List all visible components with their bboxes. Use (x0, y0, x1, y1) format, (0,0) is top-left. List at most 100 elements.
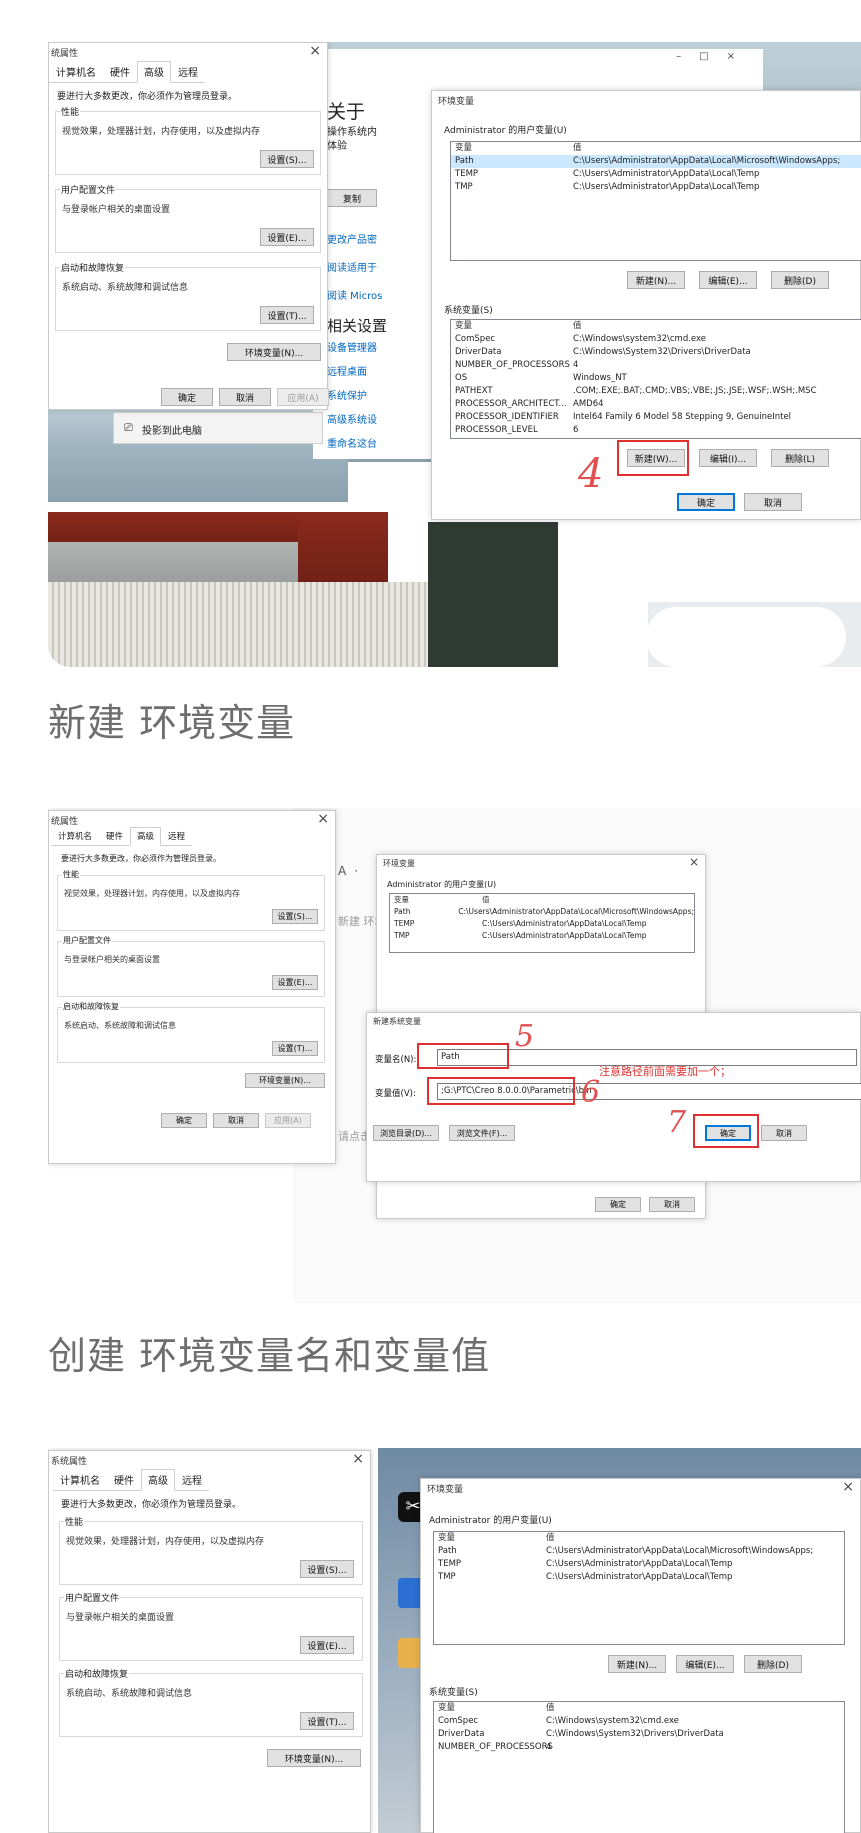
apply-button[interactable]: 应用(A) (265, 1113, 311, 1128)
tab-advanced[interactable]: 高级 (141, 1469, 175, 1491)
user-vars-list[interactable]: 变量 值 Path C:\Users\Administrator\AppData\L… (389, 893, 695, 953)
tab-remote[interactable]: 远程 (175, 1469, 209, 1490)
system-vars-list[interactable]: 变量 值 ComSpec C:\Windows\system32\cmd.exe D… (450, 319, 861, 439)
env-cancel-button[interactable]: 取消 (649, 1197, 695, 1212)
list-item[interactable]: Path C:\Users\Administrator\AppData\Local… (434, 1545, 844, 1558)
profile-settings-button[interactable]: 设置(E)... (260, 228, 314, 246)
new-var-title: 新建系统变量 (373, 1017, 421, 1026)
performance-desc: 视觉效果，处理器计划，内存使用，以及虚拟内存 (66, 1537, 265, 1547)
related-settings-heading: 相关设置 (327, 317, 388, 335)
var-name: DriverData (438, 1729, 485, 1739)
list-item[interactable]: ComSpec C:\Windows\system32\cmd.exe (434, 1715, 844, 1728)
user-edit-button[interactable]: 编辑(E)... (699, 271, 757, 289)
list-item[interactable]: PROCESSOR_ARCHITECT... AMD64 (451, 398, 861, 411)
close-icon[interactable]: × (309, 43, 321, 59)
list-item[interactable]: ComSpec C:\Windows\system32\cmd.exe (451, 333, 861, 346)
link-read-microsoft[interactable]: 阅读 Micros (327, 283, 382, 311)
list-item[interactable]: DriverData C:\Windows\System32\Drivers\Dr… (451, 346, 861, 359)
apply-button[interactable]: 应用(A) (277, 388, 329, 406)
list-item[interactable]: TMP C:\Users\Administrator\AppData\Local\… (451, 181, 861, 194)
ok-button[interactable]: 确定 (161, 1113, 207, 1128)
screenshot-1: –□× 关于 操作系统内 体验 复制 更改产品密 阅读适用于 阅读 Micros… (48, 42, 861, 667)
window-title: 统属性 (51, 817, 79, 827)
ok-button[interactable]: 确定 (161, 388, 213, 406)
tab-advanced[interactable]: 高级 (137, 61, 171, 83)
system-edit-button[interactable]: 编辑(I)... (699, 449, 757, 467)
list-item[interactable]: DriverData C:\Windows\System32\Drivers\Dr… (434, 1728, 844, 1741)
close-icon[interactable]: × (317, 811, 329, 827)
user-new-button[interactable]: 新建(N)... (608, 1655, 666, 1673)
tab-advanced[interactable]: 高级 (130, 827, 162, 846)
project-label: 投影到此电脑 (142, 426, 202, 437)
list-item[interactable]: TMP C:\Users\Administrator\AppData\Local\… (434, 1571, 844, 1584)
environment-variables-button[interactable]: 环境变量(N)... (227, 343, 321, 361)
list-item[interactable]: TEMP C:\Users\Administrator\AppData\Local… (390, 918, 694, 930)
browse-file-button[interactable]: 浏览文件(F)... (449, 1125, 515, 1141)
tab-hardware[interactable]: 硬件 (103, 61, 137, 82)
col-value: 值 (546, 1703, 555, 1713)
link-change-key[interactable]: 更改产品密 (327, 227, 382, 255)
close-icon[interactable]: × (842, 1479, 854, 1495)
tab-hardware[interactable]: 硬件 (107, 1469, 141, 1490)
list-item[interactable]: TEMP C:\Users\Administrator\AppData\Local… (434, 1558, 844, 1571)
link-advanced-settings[interactable]: 高级系统设 (327, 409, 377, 433)
env-cancel-button[interactable]: 取消 (744, 493, 802, 511)
list-item[interactable]: NUMBER_OF_PROCESSORS 4 (451, 359, 861, 372)
startup-label: 启动和故障恢复 (62, 1001, 120, 1012)
startup-settings-button[interactable]: 设置(T)... (272, 1041, 318, 1056)
tab-computer-name[interactable]: 计算机名 (51, 827, 99, 845)
link-device-manager[interactable]: 设备管理器 (327, 337, 377, 361)
tab-hardware[interactable]: 硬件 (99, 827, 130, 845)
profile-group: 用户配置文件 与登录帐户相关的桌面设置 设置(E)... (55, 183, 321, 253)
env-ok-button[interactable]: 确定 (595, 1197, 641, 1212)
user-vars-list[interactable]: 变量 值 Path C:\Users\Administrator\AppData\L… (450, 141, 861, 261)
window-title: 系统属性 (51, 1457, 88, 1467)
tab-remote[interactable]: 远程 (171, 61, 205, 82)
performance-settings-button[interactable]: 设置(S)... (272, 909, 318, 924)
list-item[interactable]: Path C:\Users\Administrator\AppData\Local… (390, 906, 694, 918)
user-delete-button[interactable]: 删除(D) (744, 1655, 802, 1673)
highlight-ok-button (693, 1114, 759, 1148)
list-item[interactable]: Path C:\Users\Administrator\AppData\Local… (451, 155, 861, 168)
list-header: 变量 值 (390, 894, 694, 906)
user-edit-button[interactable]: 编辑(E)... (676, 1655, 734, 1673)
tab-computer-name[interactable]: 计算机名 (49, 61, 103, 82)
profile-settings-button[interactable]: 设置(E)... (272, 975, 318, 990)
list-item[interactable]: PATHEXT .COM;.EXE;.BAT;.CMD;.VBS;.VBE;.JS… (451, 385, 861, 398)
link-read-terms[interactable]: 阅读适用于 (327, 255, 382, 283)
environment-variables-button[interactable]: 环境变量(N)... (267, 1749, 361, 1767)
new-var-cancel-button[interactable]: 取消 (761, 1125, 807, 1141)
tab-computer-name[interactable]: 计算机名 (53, 1469, 107, 1490)
copy-button[interactable]: 复制 (327, 189, 377, 207)
performance-settings-button[interactable]: 设置(S)... (260, 150, 314, 168)
system-delete-button[interactable]: 删除(L) (771, 449, 829, 467)
startup-settings-button[interactable]: 设置(T)... (260, 306, 314, 324)
project-panel[interactable]: ⎚ 投影到此电脑 (113, 412, 323, 444)
list-item[interactable]: OS Windows_NT (451, 372, 861, 385)
browse-directory-button[interactable]: 浏览目录(D)... (373, 1125, 439, 1141)
performance-settings-button[interactable]: 设置(S)... (300, 1560, 354, 1578)
startup-settings-button[interactable]: 设置(T)... (300, 1712, 354, 1730)
system-vars-list[interactable]: 变量 值 ComSpec C:\Windows\system32\cmd.exe D… (433, 1701, 845, 1833)
list-item[interactable]: PROCESSOR_IDENTIFIER Intel64 Family 6 Mod… (451, 411, 861, 424)
system-vars-label: 系统变量(S) (429, 1688, 478, 1698)
list-item[interactable]: PROCESSOR_LEVEL 6 (451, 424, 861, 437)
list-item[interactable]: NUMBER_OF_PROCESSORS 4 (434, 1741, 844, 1754)
link-remote-desktop[interactable]: 远程桌面 (327, 361, 377, 385)
env-ok-button[interactable]: 确定 (677, 493, 735, 511)
user-delete-button[interactable]: 删除(D) (771, 271, 829, 289)
tab-remote[interactable]: 远程 (161, 827, 192, 845)
close-icon[interactable]: × (689, 855, 699, 869)
user-vars-list[interactable]: 变量 值 Path C:\Users\Administrator\AppData\L… (433, 1531, 845, 1645)
profile-settings-button[interactable]: 设置(E)... (300, 1636, 354, 1654)
cancel-button[interactable]: 取消 (213, 1113, 259, 1128)
window-controls[interactable]: –□× (676, 51, 753, 62)
user-new-button[interactable]: 新建(N)... (627, 271, 685, 289)
list-item[interactable]: TMP C:\Users\Administrator\AppData\Local\… (390, 930, 694, 942)
link-rename-pc[interactable]: 重命名这台 (327, 433, 377, 457)
link-system-protection[interactable]: 系统保护 (327, 385, 377, 409)
cancel-button[interactable]: 取消 (219, 388, 271, 406)
list-item[interactable]: TEMP C:\Users\Administrator\AppData\Local… (451, 168, 861, 181)
environment-variables-button[interactable]: 环境变量(N)... (245, 1073, 325, 1088)
close-icon[interactable]: × (352, 1451, 364, 1467)
